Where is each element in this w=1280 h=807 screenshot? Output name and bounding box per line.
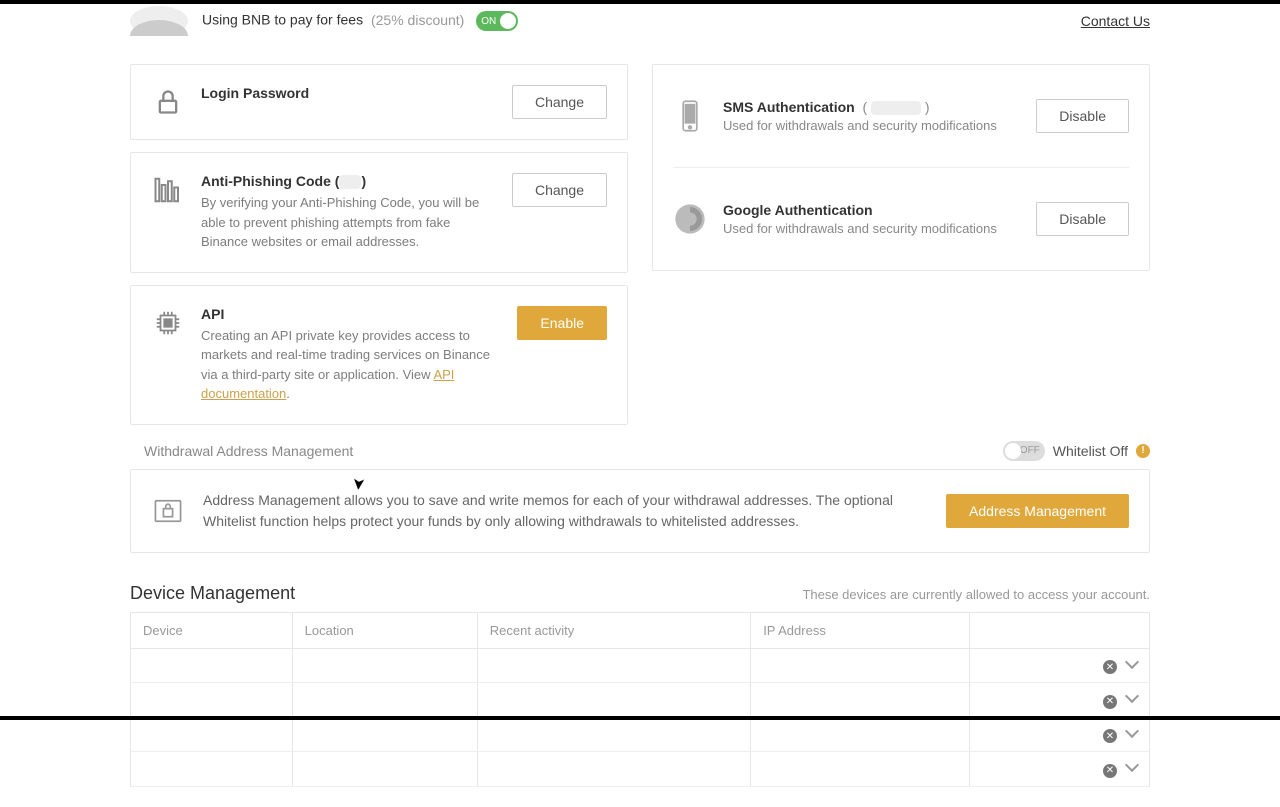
table-row: ✕ [131,683,1150,718]
google-desc: Used for withdrawals and security modifi… [723,221,1020,236]
disable-sms-button[interactable]: Disable [1036,99,1129,133]
remove-device-icon[interactable]: ✕ [1103,764,1117,778]
bnb-fee-toggle[interactable]: ON [476,11,518,31]
remove-device-icon[interactable]: ✕ [1103,729,1117,743]
anti-phishing-panel: Anti-Phishing Code () By verifying your … [130,152,628,273]
remove-device-icon[interactable]: ✕ [1103,695,1117,709]
table-row: ✕ [131,717,1150,752]
address-book-icon [151,494,185,528]
chip-icon [151,306,185,340]
auth-panel: SMS Authentication ( ) Used for withdraw… [652,64,1150,271]
change-antiphishing-button[interactable]: Change [512,173,607,207]
lock-icon [151,85,185,119]
col-ip: IP Address [751,612,970,648]
google-auth-item: Google Authentication Used for withdrawa… [673,167,1129,260]
wam-desc: Address Management allows you to save an… [203,490,928,532]
google-auth-icon [673,202,707,236]
masked-phone [871,101,921,115]
login-password-title: Login Password [201,85,496,101]
fee-text: Using BNB to pay for fees [202,12,363,28]
chevron-down-icon[interactable] [1125,689,1139,703]
info-icon[interactable]: ! [1136,444,1150,458]
device-management-title: Device Management [130,583,295,604]
api-title: API [201,306,501,322]
enable-api-button[interactable]: Enable [517,306,607,340]
remove-device-icon[interactable]: ✕ [1103,660,1117,674]
col-actions [970,612,1150,648]
whitelist-label: Whitelist Off [1053,443,1128,459]
col-device: Device [131,612,293,648]
col-location: Location [292,612,477,648]
device-management-subtitle: These devices are currently allowed to a… [802,587,1150,602]
address-management-button[interactable]: Address Management [946,494,1129,528]
change-password-button[interactable]: Change [512,85,607,119]
api-desc: Creating an API private key provides acc… [201,326,501,404]
shield-bars-icon [151,173,185,207]
whitelist-toggle[interactable]: OFF [1003,441,1045,461]
chevron-down-icon[interactable] [1125,758,1139,772]
contact-us-link[interactable]: Contact Us [1081,13,1150,29]
col-activity: Recent activity [477,612,750,648]
device-table: Device Location Recent activity IP Addre… [130,612,1150,787]
table-row: ✕ [131,752,1150,787]
masked-code [339,175,361,189]
anti-phishing-desc: By verifying your Anti-Phishing Code, yo… [201,193,496,252]
wam-section-header: Withdrawal Address Management OFF Whitel… [130,425,1150,469]
fee-setting: Using BNB to pay for fees (25% discount)… [202,11,518,31]
avatar [130,6,188,36]
anti-phishing-title: Anti-Phishing Code () [201,173,496,189]
wam-panel: Address Management allows you to save an… [130,469,1150,553]
api-panel: API Creating an API private key provides… [130,285,628,425]
table-row: ✕ [131,648,1150,683]
sms-desc: Used for withdrawals and security modifi… [723,118,1020,133]
fee-discount: (25% discount) [371,12,464,28]
google-title: Google Authentication [723,202,1020,218]
sms-auth-item: SMS Authentication ( ) Used for withdraw… [673,75,1129,157]
phone-icon [673,99,707,133]
disable-google-button[interactable]: Disable [1036,202,1129,236]
login-password-panel: Login Password Change [130,64,628,140]
sms-title: SMS Authentication ( ) [723,99,1020,115]
chevron-down-icon[interactable] [1125,655,1139,669]
chevron-down-icon[interactable] [1125,724,1139,738]
